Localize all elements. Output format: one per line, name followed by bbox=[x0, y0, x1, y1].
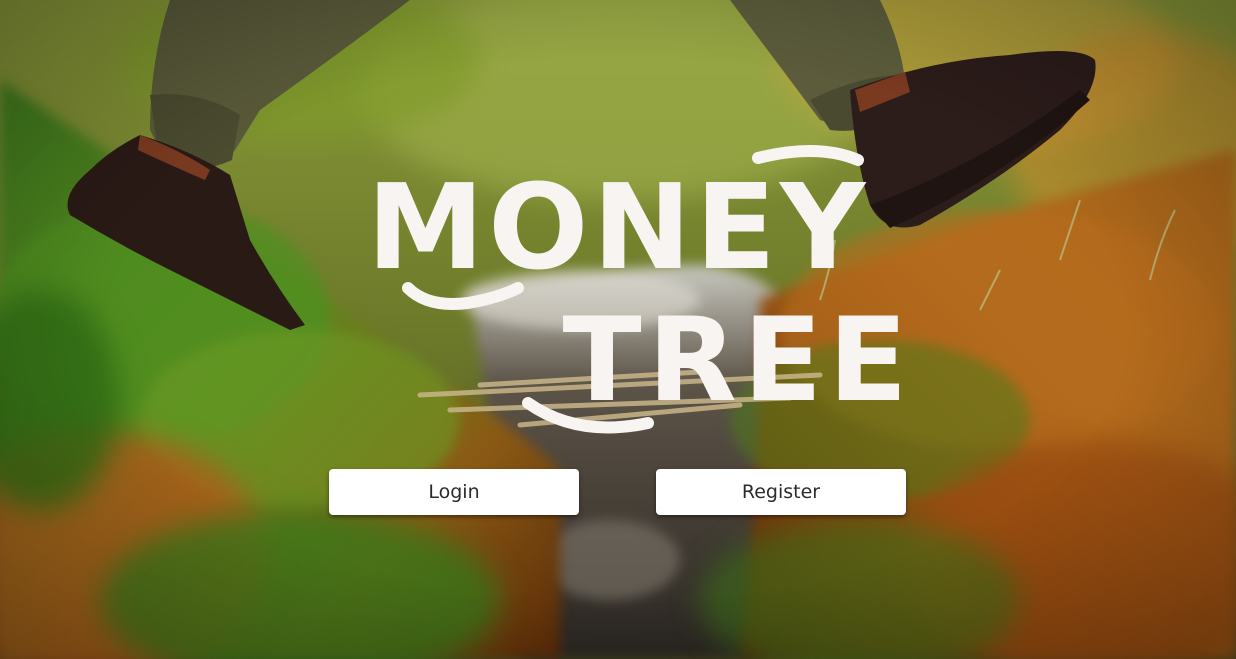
logo-line-1: MONEY bbox=[367, 158, 870, 296]
register-button[interactable]: Register bbox=[656, 469, 906, 515]
logo-tree-text: TREE bbox=[563, 293, 914, 428]
login-button[interactable]: Login bbox=[329, 469, 579, 515]
logo-money-text: MONEY bbox=[367, 158, 870, 296]
money-tree-logo: MONEY TREE bbox=[367, 144, 914, 434]
landing-page: MONEY TREE Login Register bbox=[0, 0, 1236, 659]
logo-line-2: TREE bbox=[563, 293, 914, 428]
